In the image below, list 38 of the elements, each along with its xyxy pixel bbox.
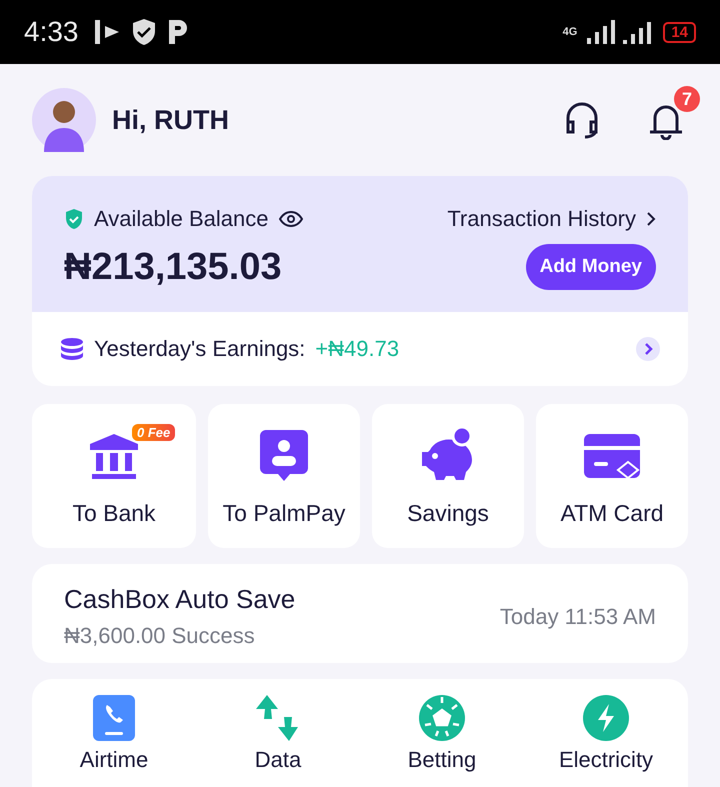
network-type: 4G [562, 26, 578, 38]
lightning-icon [583, 695, 629, 741]
soccer-ball-icon [419, 695, 465, 741]
balance-amount: ₦213,135.03 [64, 246, 283, 288]
phone-icon [93, 695, 135, 741]
coins-icon [60, 337, 84, 361]
shield-check-icon [64, 208, 84, 230]
avatar [32, 88, 96, 152]
notification-count: 7 [674, 86, 700, 112]
quick-action-tile[interactable]: ATM Card [536, 404, 688, 548]
app-notification-icon [92, 18, 120, 46]
parking-icon [166, 18, 188, 46]
up-down-arrows-icon [255, 695, 301, 741]
add-money-button[interactable]: Add Money [526, 244, 656, 290]
shield-check-icon [130, 18, 156, 46]
battery-level: 14 [663, 22, 696, 42]
quick-action-tile[interactable]: 0 Fee To Bank [32, 404, 196, 548]
signal-icon [587, 20, 654, 44]
chevron-icon [646, 211, 656, 227]
service-item[interactable]: Betting [360, 695, 524, 773]
earnings-label: Yesterday's Earnings: [94, 336, 306, 362]
status-time: 4:33 [24, 16, 78, 48]
service-item[interactable]: Airtime [32, 695, 196, 773]
transaction-history-link[interactable]: Transaction History [447, 206, 656, 232]
service-item[interactable]: Electricity [524, 695, 688, 773]
cashbox-card[interactable]: CashBox Auto Save ₦3,600.00 Success Today 11:53 AM [32, 564, 688, 663]
balance-label: Available Balance [94, 206, 268, 232]
eye-icon[interactable] [278, 210, 302, 228]
quick-action-tile[interactable]: To PalmPay [208, 404, 360, 548]
service-item[interactable]: Data [196, 695, 360, 773]
chevron-icon[interactable] [636, 337, 660, 361]
greeting: Hi, RUTH [112, 104, 230, 136]
earnings-value: +₦49.73 [315, 336, 400, 362]
cashbox-time: Today 11:53 AM [500, 604, 656, 630]
cashbox-title: CashBox Auto Save [64, 584, 296, 615]
quick-action-tile[interactable]: Savings [372, 404, 524, 548]
cashbox-detail: ₦3,600.00 Success [64, 623, 256, 649]
fee-tag: 0 Fee [132, 424, 176, 440]
